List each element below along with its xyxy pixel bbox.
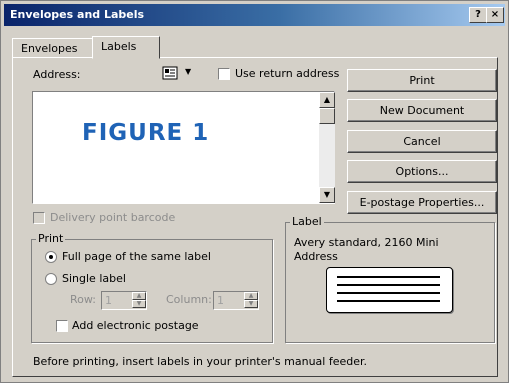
full-page-label: Full page of the same label <box>62 250 211 263</box>
label-description-line2: Address <box>294 250 338 263</box>
address-content: FIGURE 1 <box>82 120 210 146</box>
label-preview-icon[interactable] <box>326 267 453 313</box>
address-book-dropdown-icon[interactable]: ▼ <box>185 67 191 76</box>
print-button[interactable]: Print <box>347 69 497 92</box>
address-label: Address: <box>33 68 81 81</box>
full-page-radio[interactable] <box>45 251 57 263</box>
row-label: Row: <box>70 293 96 306</box>
cancel-button[interactable]: Cancel <box>347 130 497 153</box>
row-spinner[interactable]: 1 ▲ ▼ <box>101 291 147 310</box>
column-spinner[interactable]: 1 ▲ ▼ <box>213 291 259 310</box>
scroll-thumb[interactable] <box>319 108 335 124</box>
add-epostage-checkbox[interactable] <box>56 320 68 332</box>
single-label-label: Single label <box>62 272 126 285</box>
address-book-icon[interactable] <box>162 66 180 80</box>
address-scrollbar[interactable]: ▲ ▼ <box>319 92 335 203</box>
row-down-icon[interactable]: ▼ <box>132 300 146 308</box>
row-up-icon[interactable]: ▲ <box>132 292 146 300</box>
delivery-barcode-checkbox[interactable] <box>33 212 45 224</box>
row-value: 1 <box>105 294 112 307</box>
scroll-up-icon[interactable]: ▲ <box>319 92 335 108</box>
delivery-barcode-label: Delivery point barcode <box>50 211 176 224</box>
tab-labels[interactable]: Labels <box>92 36 160 59</box>
close-button[interactable]: × <box>486 7 504 23</box>
help-button[interactable]: ? <box>469 7 487 23</box>
title-bar: Envelopes and Labels ? × <box>4 4 505 26</box>
options-button[interactable]: Options... <box>347 160 497 183</box>
address-textbox[interactable]: ▲ ▼ <box>32 91 335 204</box>
scroll-down-icon[interactable]: ▼ <box>319 187 335 203</box>
status-text: Before printing, insert labels in your p… <box>33 355 368 368</box>
add-epostage-label: Add electronic postage <box>72 319 199 332</box>
new-document-button[interactable]: New Document <box>347 99 497 122</box>
use-return-address-checkbox[interactable] <box>218 68 230 80</box>
single-label-radio[interactable] <box>45 273 57 285</box>
column-label: Column: <box>166 293 212 306</box>
column-value: 1 <box>217 294 224 307</box>
epostage-properties-button[interactable]: E-postage Properties... <box>347 191 497 214</box>
dialog-title: Envelopes and Labels <box>10 8 145 21</box>
print-group-title: Print <box>36 232 66 245</box>
column-up-icon[interactable]: ▲ <box>244 292 258 300</box>
column-down-icon[interactable]: ▼ <box>244 300 258 308</box>
use-return-address-label: Use return address <box>235 67 340 80</box>
label-group-title: Label <box>290 215 324 228</box>
tab-envelopes[interactable]: Envelopes <box>12 38 100 59</box>
label-description-line1: Avery standard, 2160 Mini <box>294 236 439 249</box>
